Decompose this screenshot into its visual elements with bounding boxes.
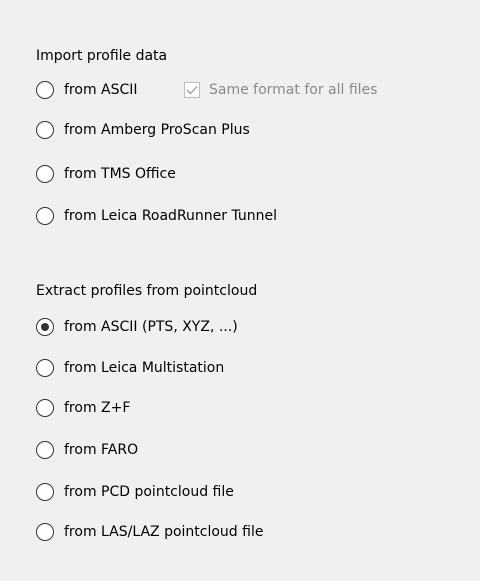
radio-label: from TMS Office (64, 166, 176, 182)
radio-button-icon[interactable] (36, 523, 54, 541)
radio-button-icon[interactable] (36, 399, 54, 417)
radio-button-icon[interactable] (36, 81, 54, 99)
radio-import-from-amberg-proscan-plus[interactable]: from Amberg ProScan Plus (36, 119, 250, 141)
radio-button-icon[interactable] (36, 165, 54, 183)
radio-label: from FARO (64, 442, 139, 458)
radio-label: from ASCII (PTS, XYZ, ...) (64, 319, 238, 335)
radio-extract-from-las-laz-pointcloud-file[interactable]: from LAS/LAZ pointcloud file (36, 521, 263, 543)
radio-button-icon[interactable] (36, 121, 54, 139)
extract-profiles-label: Extract profiles from pointcloud (36, 283, 258, 299)
radio-import-from-leica-roadrunner-tunnel[interactable]: from Leica RoadRunner Tunnel (36, 205, 277, 227)
radio-extract-from-leica-multistation[interactable]: from Leica Multistation (36, 357, 224, 379)
radio-extract-from-zf[interactable]: from Z+F (36, 397, 130, 419)
radio-extract-from-faro[interactable]: from FARO (36, 439, 138, 461)
same-format-checkbox[interactable]: Same format for all files (184, 79, 377, 101)
radio-import-from-tms-office[interactable]: from TMS Office (36, 163, 176, 185)
radio-label: from ASCII (64, 82, 138, 98)
checkbox-checked-icon[interactable] (184, 82, 200, 98)
radio-import-from-ascii[interactable]: from ASCII (36, 79, 138, 101)
radio-button-icon[interactable] (36, 441, 54, 459)
radio-label: from LAS/LAZ pointcloud file (64, 524, 264, 540)
radio-label: from Amberg ProScan Plus (64, 122, 250, 138)
import-options-panel: Import profile data from ASCII Same form… (0, 0, 480, 581)
radio-button-icon[interactable] (36, 359, 54, 377)
radio-button-icon[interactable] (36, 483, 54, 501)
radio-button-icon[interactable] (36, 207, 54, 225)
checkbox-label: Same format for all files (209, 82, 378, 98)
import-profile-data-label: Import profile data (36, 48, 168, 64)
radio-label: from PCD pointcloud file (64, 484, 234, 500)
radio-button-selected-icon[interactable] (36, 318, 54, 336)
checkmark-icon (186, 85, 198, 95)
radio-label: from Z+F (64, 400, 131, 416)
radio-extract-from-pcd-pointcloud-file[interactable]: from PCD pointcloud file (36, 481, 234, 503)
radio-label: from Leica RoadRunner Tunnel (64, 208, 278, 224)
radio-label: from Leica Multistation (64, 360, 225, 376)
radio-extract-from-ascii[interactable]: from ASCII (PTS, XYZ, ...) (36, 316, 238, 338)
